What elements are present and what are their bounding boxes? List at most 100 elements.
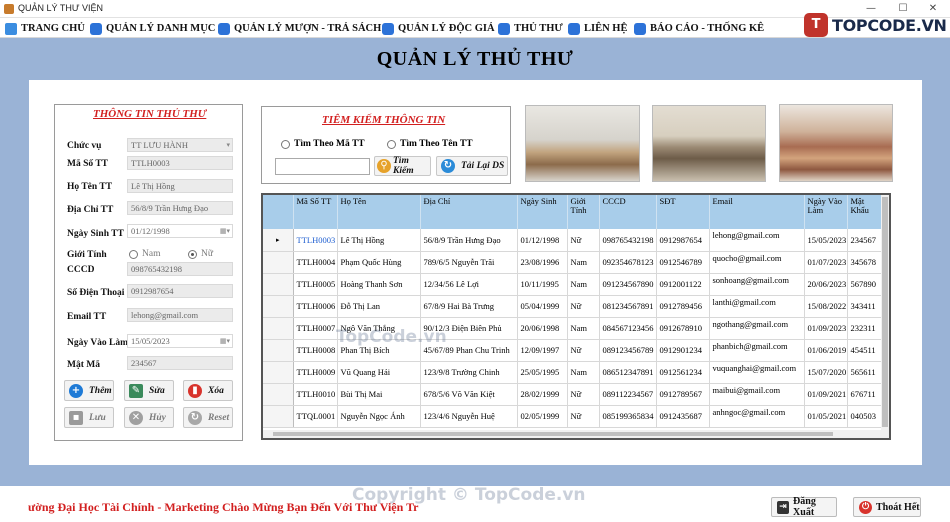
table-cell[interactable]: 0912561234 bbox=[656, 361, 710, 384]
table-cell[interactable]: 90/12/3 Điện Biên Phủ bbox=[420, 317, 518, 340]
table-cell[interactable]: 345678 bbox=[847, 251, 884, 274]
table-cell[interactable]: TTLH0010 bbox=[293, 383, 338, 406]
column-header[interactable]: Họ Tên bbox=[337, 195, 421, 229]
table-row[interactable]: TTLH0004 Phạm Quốc Hùng 789/6/5 Nguyễn T… bbox=[263, 251, 884, 274]
table-cell[interactable]: Bùi Thị Mai bbox=[337, 383, 421, 406]
column-header[interactable]: Ngày Vào Làm bbox=[804, 195, 848, 229]
exit-button[interactable]: ⏻ Thoát Hết bbox=[853, 497, 921, 517]
table-row[interactable]: TTLH0009 Vũ Quang Hải 123/9/8 Trường Chi… bbox=[263, 361, 884, 384]
table-cell[interactable]: 454511 bbox=[847, 339, 884, 362]
reload-button[interactable]: ↻ Tải Lại DS bbox=[436, 156, 508, 176]
table-cell[interactable]: TTLH0006 bbox=[293, 295, 338, 318]
table-cell[interactable]: Nữ bbox=[567, 405, 600, 428]
table-cell[interactable]: 089123456789 bbox=[599, 339, 657, 362]
table-cell[interactable]: 092354678123 bbox=[599, 251, 657, 274]
so-dien-thoai-field[interactable]: 0912987654 bbox=[127, 284, 233, 298]
table-row[interactable]: TTLH0005 Hoàng Thanh Sơn 12/34/56 Lê Lợi… bbox=[263, 273, 884, 296]
table-cell[interactable]: TTLH0008 bbox=[293, 339, 338, 362]
table-cell[interactable]: Hoàng Thanh Sơn bbox=[337, 273, 421, 296]
them-button[interactable]: + Thêm bbox=[64, 380, 114, 401]
ho-ten-field[interactable]: Lê Thị Hồng bbox=[127, 179, 233, 193]
table-cell[interactable]: 15/08/2022 bbox=[804, 295, 848, 318]
table-cell[interactable]: 567890 bbox=[847, 273, 884, 296]
table-cell[interactable]: Phạm Quốc Hùng bbox=[337, 251, 421, 274]
table-cell[interactable]: 040503 bbox=[847, 405, 884, 428]
table-cell[interactable]: 28/02/1999 bbox=[517, 383, 568, 406]
horizontal-scrollbar[interactable] bbox=[263, 430, 889, 438]
table-cell[interactable]: 0912789456 bbox=[656, 295, 710, 318]
table-cell[interactable]: 12/34/56 Lê Lợi bbox=[420, 273, 518, 296]
table-cell[interactable]: 01/09/2021 bbox=[804, 383, 848, 406]
ma-so-field[interactable]: TTLH0003 bbox=[127, 156, 233, 170]
table-cell[interactable]: 084567123456 bbox=[599, 317, 657, 340]
table-cell[interactable]: Nữ bbox=[567, 229, 600, 252]
gioi-tinh-nu-radio[interactable]: Nữ bbox=[188, 249, 213, 259]
ngay-sinh-picker[interactable]: 01/12/1998 ▦▾ bbox=[127, 224, 233, 238]
row-header[interactable] bbox=[263, 273, 294, 296]
gioi-tinh-nam-radio[interactable]: Nam bbox=[129, 249, 160, 259]
email-field[interactable]: lehong@gmail.com bbox=[127, 308, 233, 322]
table-cell[interactable]: vuquanghai@gmail.com bbox=[709, 361, 805, 384]
table-cell[interactable]: Đỗ Thị Lan bbox=[337, 295, 421, 318]
table-cell[interactable]: 565611 bbox=[847, 361, 884, 384]
table-cell[interactable]: 676711 bbox=[847, 383, 884, 406]
cccd-field[interactable]: 098765432198 bbox=[127, 262, 233, 276]
table-cell[interactable]: maibui@gmail.com bbox=[709, 383, 805, 406]
table-cell[interactable]: TTLH0003 bbox=[293, 229, 338, 252]
table-cell[interactable]: 15/07/2020 bbox=[804, 361, 848, 384]
table-cell[interactable]: 15/05/2023 bbox=[804, 229, 848, 252]
table-cell[interactable]: TTLH0009 bbox=[293, 361, 338, 384]
scrollbar-thumb[interactable] bbox=[882, 197, 888, 427]
table-cell[interactable]: 232311 bbox=[847, 317, 884, 340]
table-row[interactable]: ▸ TTLH0003 Lê Thị Hồng 56/8/9 Trần Hưng … bbox=[263, 229, 884, 252]
table-row[interactable]: TTLH0006 Đỗ Thị Lan 67/8/9 Hai Bà Trưng … bbox=[263, 295, 884, 318]
table-cell[interactable]: Nam bbox=[567, 361, 600, 384]
table-cell[interactable]: 086512347891 bbox=[599, 361, 657, 384]
table-cell[interactable]: Phan Thị Bích bbox=[337, 339, 421, 362]
table-cell[interactable]: Lê Thị Hồng bbox=[337, 229, 421, 252]
table-cell[interactable]: 05/04/1999 bbox=[517, 295, 568, 318]
row-header[interactable] bbox=[263, 383, 294, 406]
table-cell[interactable]: TTLH0007 bbox=[293, 317, 338, 340]
table-row[interactable]: TTLH0007 Ngô Văn Thắng 90/12/3 Điện Biên… bbox=[263, 317, 884, 340]
table-cell[interactable]: sonhoang@gmail.com bbox=[709, 273, 805, 296]
table-cell[interactable]: 20/06/2023 bbox=[804, 273, 848, 296]
table-cell[interactable]: Nam bbox=[567, 251, 600, 274]
table-cell[interactable]: 0912001122 bbox=[656, 273, 710, 296]
table-cell[interactable]: 123/4/6 Nguyễn Huệ bbox=[420, 405, 518, 428]
search-by-name-radio[interactable]: Tìm Theo Tên TT bbox=[387, 139, 473, 149]
search-input[interactable] bbox=[275, 158, 370, 175]
table-cell[interactable]: Nữ bbox=[567, 295, 600, 318]
table-cell[interactable]: TTQL0001 bbox=[293, 405, 338, 428]
table-cell[interactable]: 0912678910 bbox=[656, 317, 710, 340]
table-cell[interactable]: 01/12/1998 bbox=[517, 229, 568, 252]
table-cell[interactable]: TTLH0004 bbox=[293, 251, 338, 274]
menu-quan-ly-muon-tra[interactable]: QUẢN LÝ MƯỢN - TRẢ SÁCH bbox=[218, 21, 381, 36]
row-header[interactable] bbox=[263, 317, 294, 340]
row-header[interactable] bbox=[263, 251, 294, 274]
mat-ma-field[interactable]: 234567 bbox=[127, 356, 233, 370]
table-cell[interactable]: 12/09/1997 bbox=[517, 339, 568, 362]
table-cell[interactable]: phanbich@gmail.com bbox=[709, 339, 805, 362]
table-cell[interactable]: 091234567890 bbox=[599, 273, 657, 296]
logout-button[interactable]: ⇥ Đăng Xuất bbox=[771, 496, 837, 518]
luu-button[interactable]: ▪ Lưu bbox=[64, 407, 114, 428]
table-cell[interactable]: 10/11/1995 bbox=[517, 273, 568, 296]
scrollbar-thumb[interactable] bbox=[273, 432, 833, 436]
column-header[interactable]: Mật Khẩu bbox=[847, 195, 884, 229]
row-header[interactable] bbox=[263, 295, 294, 318]
table-cell[interactable]: 234567 bbox=[847, 229, 884, 252]
table-cell[interactable]: 01/05/2021 bbox=[804, 405, 848, 428]
row-header[interactable] bbox=[263, 405, 294, 428]
column-header[interactable]: Mã Số TT bbox=[293, 195, 338, 229]
table-cell[interactable]: 0912546789 bbox=[656, 251, 710, 274]
table-cell[interactable]: 081234567891 bbox=[599, 295, 657, 318]
table-cell[interactable]: 0912901234 bbox=[656, 339, 710, 362]
huy-button[interactable]: ✕ Hủy bbox=[124, 407, 174, 428]
vertical-scrollbar[interactable] bbox=[881, 195, 889, 438]
column-header[interactable]: SĐT bbox=[656, 195, 710, 229]
column-header[interactable]: Địa Chỉ bbox=[420, 195, 518, 229]
menu-lien-he[interactable]: LIÊN HỆ bbox=[568, 21, 627, 36]
table-cell[interactable]: 085199365834 bbox=[599, 405, 657, 428]
table-cell[interactable]: 0912789567 bbox=[656, 383, 710, 406]
